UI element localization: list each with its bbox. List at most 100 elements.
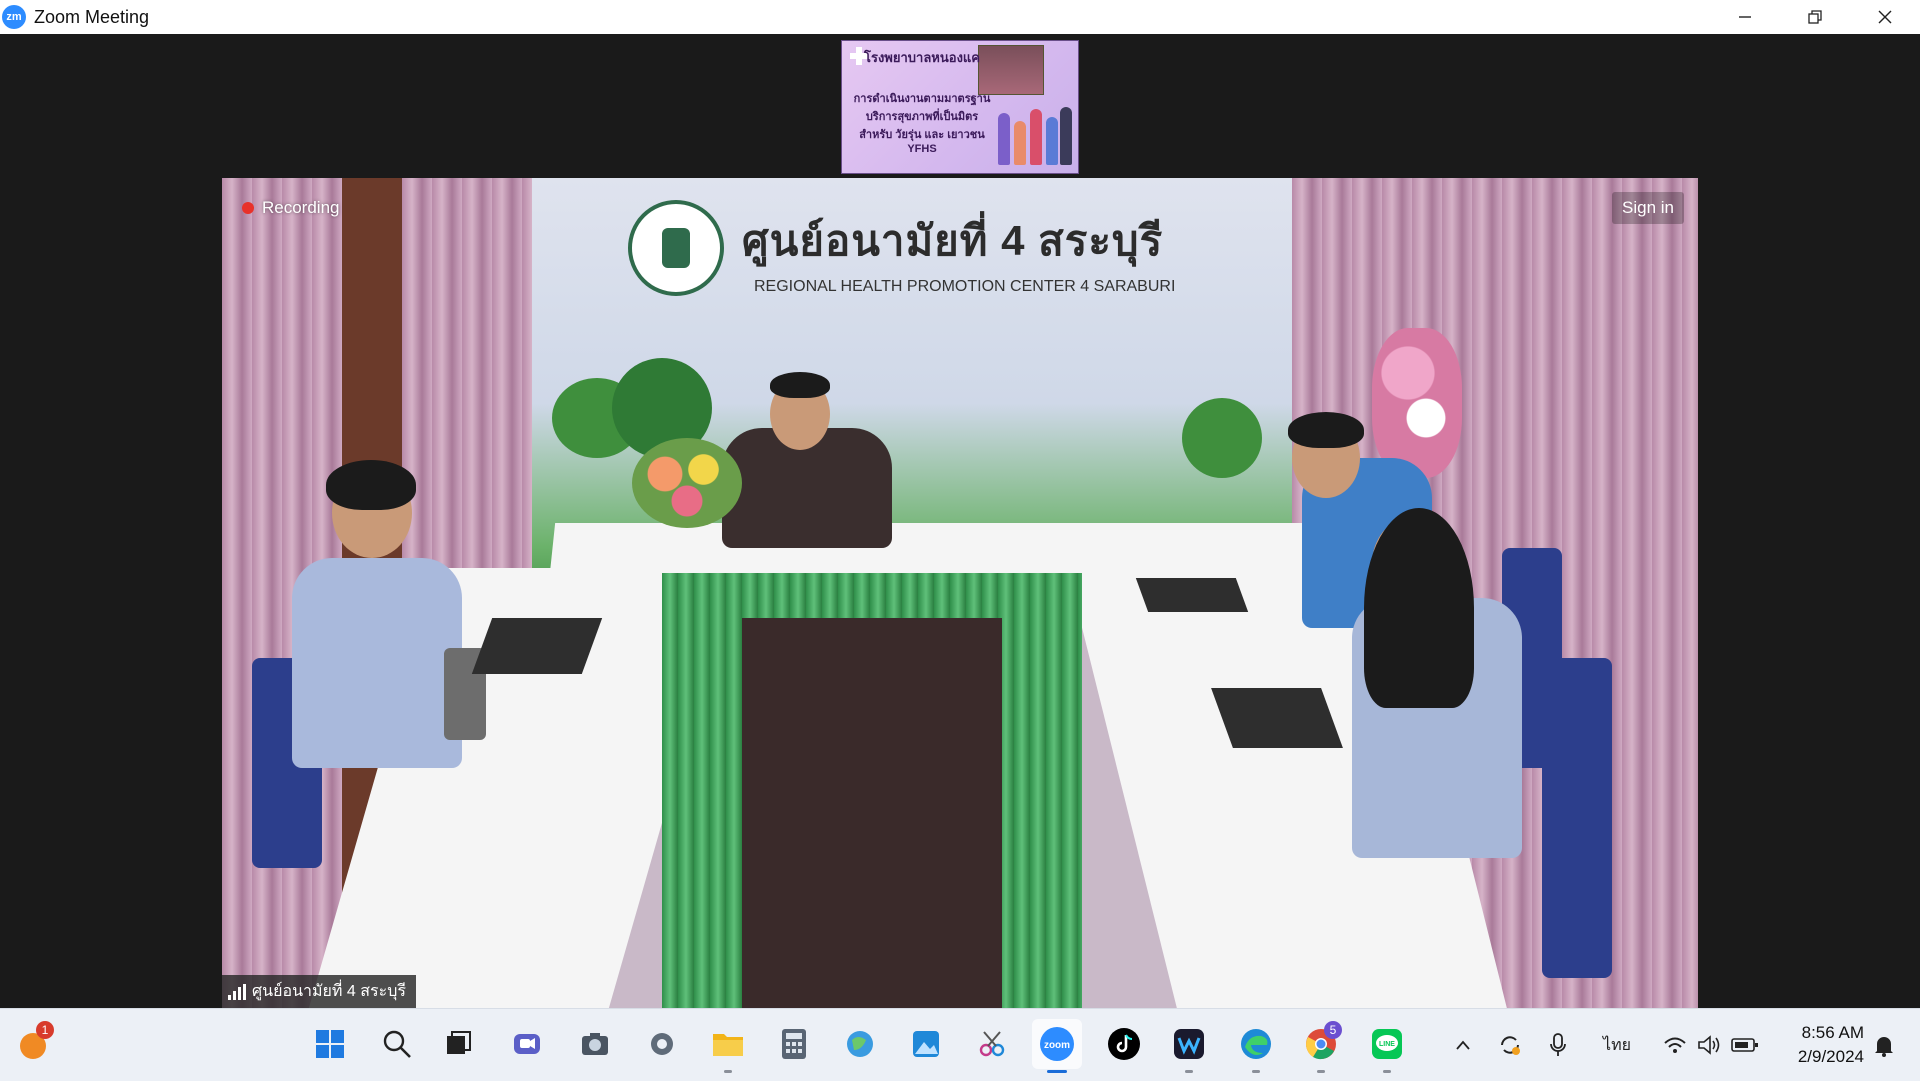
right-participant-1-hair — [1288, 412, 1364, 448]
bell-icon — [1875, 1037, 1893, 1057]
task-view-icon — [447, 1031, 471, 1054]
zoom-app-icon: zm — [2, 5, 26, 29]
taskbar: 1 zoom 5 LINE ไทย 8:56 AM 2/9/2024 — [0, 1008, 1920, 1081]
signal-strength-icon — [228, 983, 246, 1000]
camera-app[interactable] — [570, 1019, 620, 1069]
thumbnail-line: การดำเนินงานตามมาตรฐาน — [853, 93, 991, 105]
restore-button[interactable] — [1780, 0, 1850, 34]
chevron-up-icon — [1456, 1040, 1470, 1050]
snipping-tool-icon — [979, 1031, 1005, 1057]
microphone-icon — [1550, 1033, 1566, 1056]
left-participant-hair — [326, 460, 416, 510]
start-icon — [316, 1030, 344, 1058]
app-icon-text: zm — [6, 11, 22, 23]
notification-widget[interactable]: 1 — [8, 1019, 58, 1069]
webex-app[interactable] — [1164, 1019, 1214, 1073]
meet-app[interactable] — [502, 1019, 552, 1069]
photos-icon — [913, 1031, 939, 1057]
file-explorer-app[interactable] — [703, 1019, 753, 1073]
sign-in-button[interactable]: Sign in — [1612, 192, 1684, 224]
thumbnail-line: บริการสุขภาพที่เป็นมิตร — [865, 111, 979, 123]
thumbnail-line: สำหรับ วัยรุ่น และ เยาวชน — [859, 129, 985, 141]
backdrop-subtitle: REGIONAL HEALTH PROMOTION CENTER 4 SARAB… — [754, 278, 1176, 295]
zoom-icon: zoom — [1040, 1027, 1074, 1061]
thumbnail-hospital-name: โรงพยาบาลหนองแค — [863, 50, 980, 65]
zoom-app[interactable]: zoom — [1032, 1019, 1082, 1073]
settings-app[interactable] — [637, 1019, 687, 1069]
backdrop-title: ศูนย์อนามัยที่ 4 สระบุรี — [742, 217, 1164, 264]
running-indicator — [1383, 1070, 1391, 1073]
meeting-stage: โรงพยาบาลหนองแค การดำเนินงานตามมาตรฐาน บ… — [0, 34, 1920, 1008]
notifications-button[interactable] — [1866, 1009, 1902, 1081]
running-indicator — [724, 1070, 732, 1073]
notification-badge: 1 — [36, 1021, 54, 1039]
sync-icon — [1501, 1036, 1520, 1055]
window-title: Zoom Meeting — [34, 6, 150, 27]
minimize-button[interactable] — [1710, 0, 1780, 34]
maps-app[interactable] — [835, 1019, 885, 1069]
left-participant — [292, 558, 462, 768]
participant-name: ศูนย์อนามัยที่ 4 สระบุรี — [252, 983, 406, 1000]
floor-gap — [742, 618, 1002, 1008]
laptop — [471, 618, 603, 674]
laptop — [1211, 688, 1343, 748]
microphone-tray-button[interactable] — [1542, 1009, 1574, 1081]
participant-thumbnail[interactable]: โรงพยาบาลหนองแค การดำเนินงานตามมาตรฐาน บ… — [841, 40, 1079, 174]
running-indicator — [1047, 1070, 1067, 1073]
file-explorer-icon — [713, 1034, 743, 1056]
snipping-tool-app[interactable] — [967, 1019, 1017, 1069]
ministry-seal — [628, 200, 724, 296]
start-button[interactable] — [305, 1019, 355, 1069]
running-indicator — [1252, 1070, 1260, 1073]
flower-arrangement — [632, 438, 742, 528]
right-participant-2-hair — [1364, 508, 1474, 708]
calculator-icon — [782, 1029, 806, 1059]
people-illustration — [996, 99, 1072, 165]
search-button[interactable] — [372, 1019, 422, 1069]
running-indicator — [1317, 1070, 1325, 1073]
center-participant-hair — [770, 372, 830, 398]
tiktok-app[interactable] — [1099, 1019, 1149, 1069]
edge-icon — [1241, 1029, 1271, 1059]
settings-icon — [651, 1033, 673, 1055]
wifi-icon — [1664, 1037, 1686, 1053]
thumbnail-line: YFHS — [907, 143, 937, 155]
participant-name-tag: ศูนย์อนามัยที่ 4 สระบุรี — [222, 975, 416, 1008]
volume-icon — [1698, 1035, 1720, 1055]
svg-text:zoom: zoom — [1044, 1040, 1070, 1051]
battery-icon — [1731, 1038, 1758, 1052]
calculator-app[interactable] — [769, 1019, 819, 1069]
maps-icon — [847, 1031, 873, 1057]
camera-icon — [582, 1033, 608, 1055]
recording-label: Recording — [262, 198, 340, 217]
minimize-icon — [1739, 16, 1751, 18]
restore-icon — [1808, 10, 1822, 24]
webex-icon — [1174, 1029, 1204, 1059]
tiktok-icon — [1108, 1028, 1140, 1060]
laptop — [1135, 578, 1249, 612]
language-indicator[interactable]: ไทย — [1594, 1009, 1640, 1081]
edge-app[interactable] — [1231, 1019, 1281, 1073]
quick-settings-button[interactable] — [1656, 1009, 1766, 1081]
main-video[interactable]: ศูนย์อนามัยที่ 4 สระบุรี REGIONAL HEALTH… — [222, 178, 1698, 1008]
line-icon: LINE — [1372, 1029, 1402, 1059]
show-hidden-icons-button[interactable] — [1448, 1009, 1478, 1081]
chrome-app[interactable]: 5 — [1296, 1019, 1346, 1073]
running-indicator — [1185, 1070, 1193, 1073]
tree-illustration — [1182, 398, 1262, 478]
search-icon — [383, 1030, 411, 1058]
photos-app[interactable] — [901, 1019, 951, 1069]
chrome-badge: 5 — [1324, 1021, 1342, 1039]
recording-dot-icon — [242, 202, 254, 214]
system-clock[interactable]: 8:56 AM 2/9/2024 — [1798, 1021, 1864, 1069]
sync-tray-button[interactable] — [1492, 1009, 1528, 1081]
chair — [1542, 658, 1612, 978]
task-view-button[interactable] — [434, 1019, 484, 1069]
line-app[interactable]: LINE — [1362, 1019, 1412, 1073]
close-button[interactable] — [1850, 0, 1920, 34]
recording-indicator: Recording — [242, 198, 340, 218]
svg-text:LINE: LINE — [1379, 1041, 1395, 1048]
window-controls — [1710, 0, 1920, 34]
flower-arrangement-right — [1372, 328, 1462, 478]
meet-icon — [514, 1034, 540, 1054]
